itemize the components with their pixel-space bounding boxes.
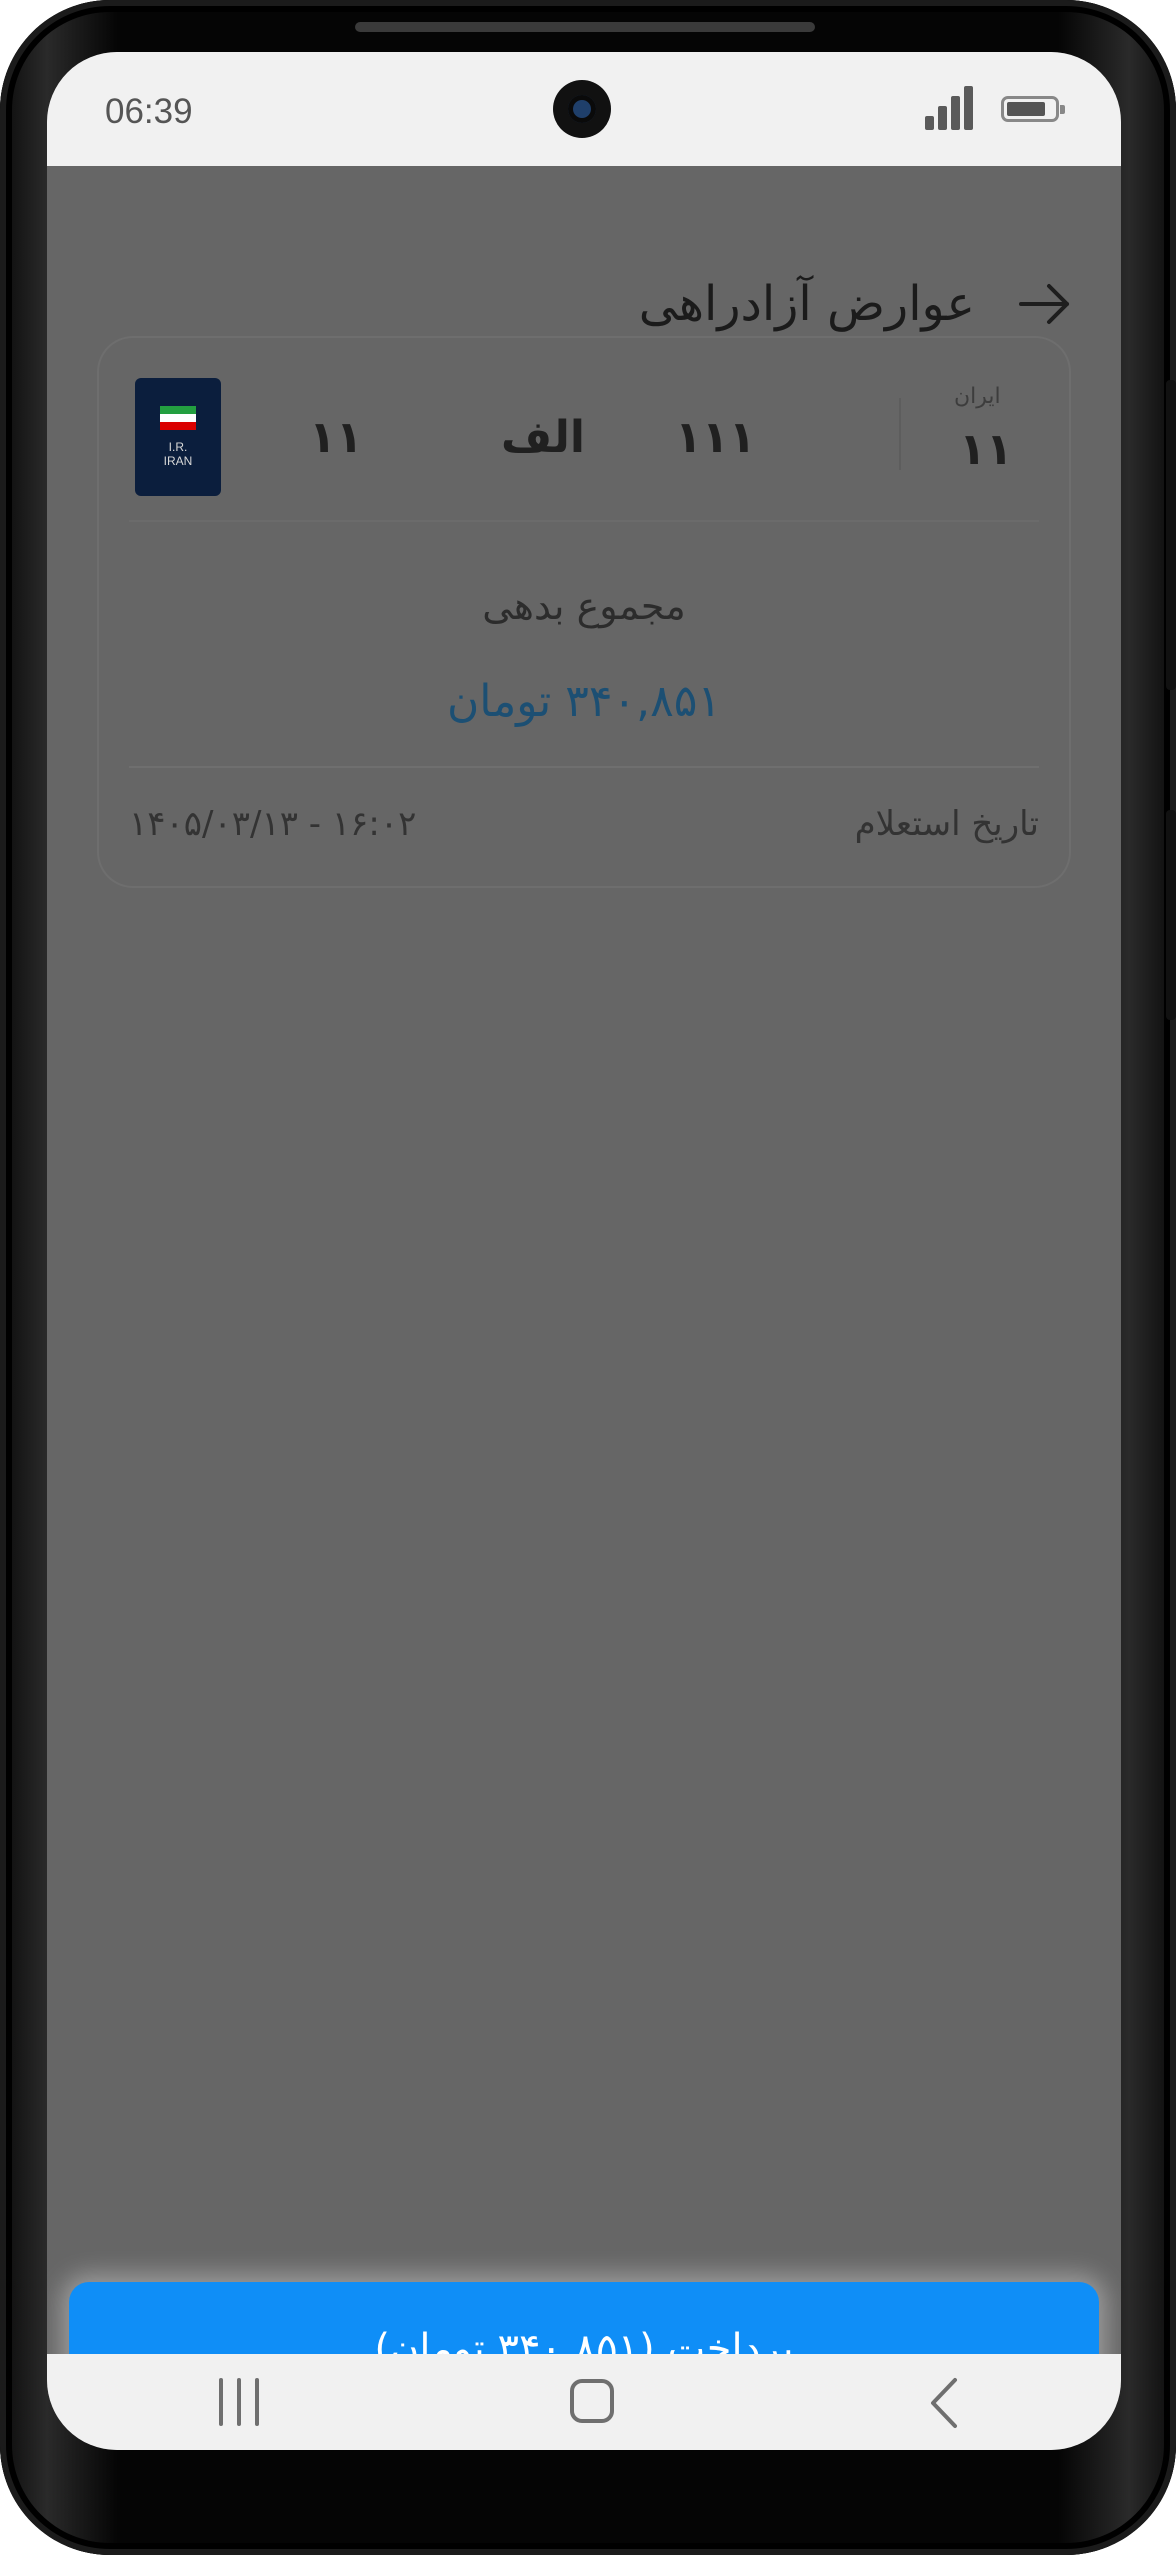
camera-hole-icon (553, 80, 611, 138)
plate-flag-strip: I.R. IRAN (135, 378, 221, 496)
power-button (1166, 810, 1176, 1020)
plate-divider (899, 398, 901, 470)
plate-region-code: ۱۱ (959, 424, 1013, 475)
total-debt-amount: ۳۴۰,۸۵۱ تومان (446, 676, 722, 727)
recents-icon[interactable] (219, 2378, 263, 2426)
back-chevron-icon[interactable] (925, 2376, 965, 2430)
inquiry-date-value: ۱۴۰۵/۰۳/۱۳ - ۱۶:۰۲ (129, 804, 417, 844)
page-title: عوارض آزادراهی (638, 276, 975, 332)
vehicle-debt-card: I.R. IRAN ۱۱ الف ۱۱۱ ایران ۱۱ مجموع بدهی… (99, 338, 1069, 886)
phone-frame: 06:39 عوارض آزادراهی I.R. IRAN ۱۱ الف ۱۱… (0, 0, 1176, 2555)
system-nav-bar (47, 2354, 1121, 2450)
speaker-slit (355, 22, 815, 32)
divider (129, 520, 1039, 522)
status-bar: 06:39 (47, 52, 1121, 166)
plate-two-digits: ۱۱ (309, 412, 363, 463)
status-time: 06:39 (105, 92, 193, 131)
signal-icon (925, 86, 977, 130)
iran-flag-icon (160, 406, 196, 430)
arrow-right-icon[interactable] (1009, 274, 1079, 334)
total-debt-label: مجموع بدهی (482, 584, 686, 628)
plate-three-digits: ۱۱۱ (675, 412, 756, 463)
divider (129, 766, 1039, 768)
plate-letter: الف (501, 412, 586, 463)
screen: 06:39 عوارض آزادراهی I.R. IRAN ۱۱ الف ۱۱… (47, 52, 1121, 2450)
home-icon[interactable] (570, 2379, 614, 2423)
toll-debt-page: عوارض آزادراهی I.R. IRAN ۱۱ الف ۱۱۱ ایرا… (47, 166, 1121, 2416)
license-plate: I.R. IRAN ۱۱ الف ۱۱۱ ایران ۱۱ (129, 378, 1029, 498)
plate-country-code: I.R. IRAN (163, 440, 193, 468)
battery-icon (1001, 96, 1065, 122)
plate-country-label: ایران (954, 384, 1001, 409)
volume-button (1166, 380, 1176, 690)
inquiry-date-label: تاریخ استعلام (854, 804, 1039, 844)
